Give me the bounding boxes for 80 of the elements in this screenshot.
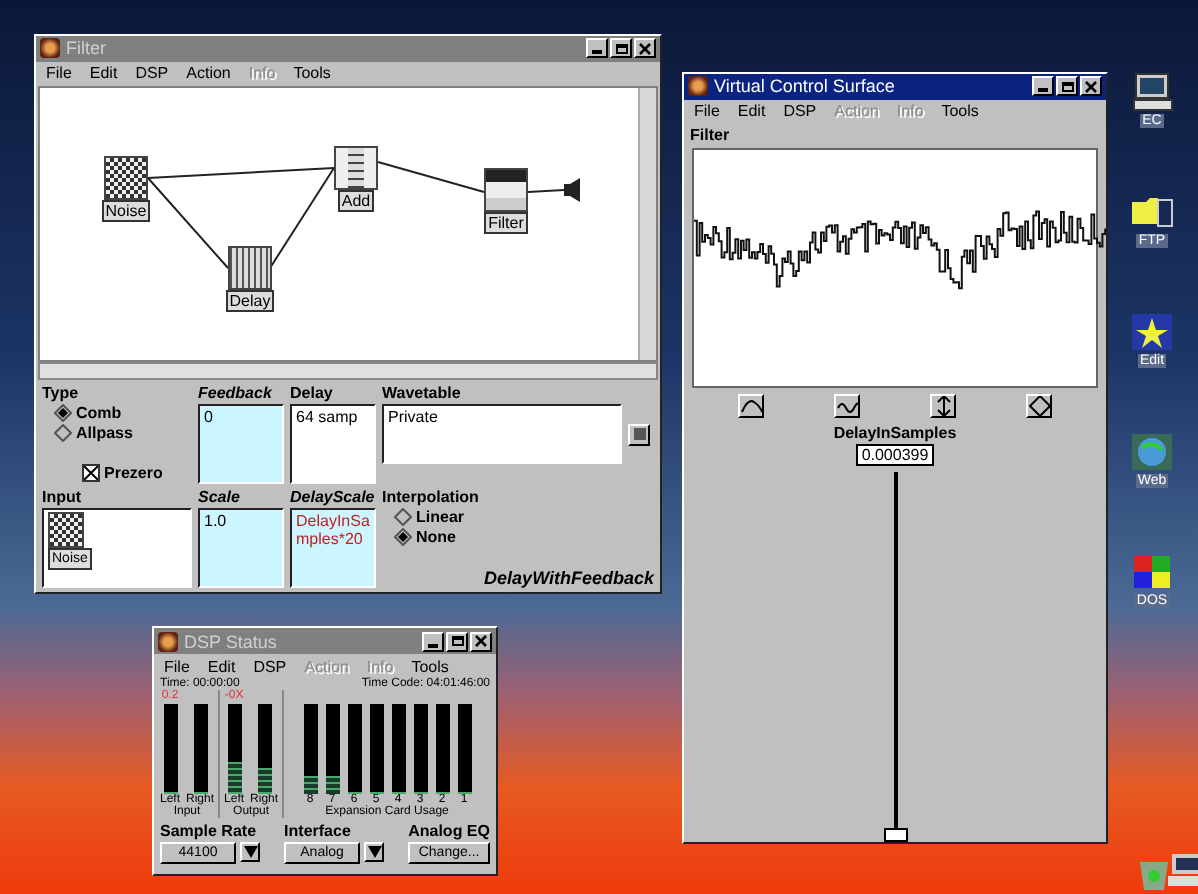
menu-item[interactable]: File: [164, 657, 190, 675]
field-label: Interface: [284, 822, 353, 840]
field-label: Delay: [290, 384, 335, 402]
maximize-button[interactable]: [1056, 76, 1078, 97]
text-field[interactable]: 1.0: [198, 508, 284, 588]
connector-line: [527, 189, 565, 194]
field-label: Input: [42, 488, 84, 506]
computer-icon[interactable]: [1130, 72, 1174, 112]
text-field[interactable]: 0: [198, 404, 284, 484]
noise-module-icon[interactable]: [104, 156, 148, 201]
close-button[interactable]: [1080, 76, 1102, 97]
app-icon: [40, 38, 60, 59]
parameter-label: DelayInSamples: [833, 424, 957, 443]
menu-item[interactable]: Tools: [411, 657, 449, 675]
slider-thumb[interactable]: [883, 828, 907, 842]
wave-curve-icon[interactable]: [834, 394, 861, 419]
menu-item[interactable]: Tools: [293, 63, 331, 82]
field-label: Wavetable: [382, 384, 463, 402]
computer-icon[interactable]: [1168, 852, 1198, 886]
node-label: Add: [337, 190, 375, 213]
field-label: Feedback: [198, 384, 274, 402]
disk-icon[interactable]: [628, 423, 650, 445]
field-label: Scale: [198, 488, 242, 506]
menu-item[interactable]: File: [694, 102, 720, 120]
dos-logo-icon[interactable]: [1130, 552, 1174, 592]
scrollbar[interactable]: [638, 88, 656, 361]
menu-item[interactable]: Edit: [737, 102, 766, 120]
field-label: Analog EQ: [408, 822, 490, 840]
menu-item[interactable]: DSP: [253, 657, 287, 675]
field-label: Sample Rate: [160, 822, 259, 840]
text-field[interactable]: DelayInSamples*20: [290, 508, 376, 588]
add-module-icon[interactable]: [334, 146, 378, 191]
node-label: Delay: [225, 290, 275, 313]
text-field[interactable]: 64 samp: [290, 404, 376, 484]
text-field[interactable]: Private: [382, 404, 622, 464]
radio-label: Comb: [76, 404, 122, 422]
folder-icon[interactable]: [1130, 192, 1174, 232]
field-label: Interpolation: [382, 488, 481, 506]
diamond-icon[interactable]: [1025, 394, 1052, 419]
noise-module-icon: [48, 512, 84, 548]
arrows-icon[interactable]: [929, 394, 956, 419]
scrollbar[interactable]: [38, 362, 658, 380]
menu-item[interactable]: File: [46, 63, 72, 82]
node-label: Noise: [101, 200, 151, 223]
menu-item[interactable]: Tools: [941, 102, 979, 120]
radio-button[interactable]: [54, 404, 72, 422]
menu-item[interactable]: Edit: [89, 63, 118, 82]
lowpass-curve-icon[interactable]: [738, 394, 765, 419]
node-label: Filter: [484, 212, 528, 235]
star-icon[interactable]: [1130, 312, 1174, 352]
plot-title: Filter: [688, 124, 732, 149]
menu-item[interactable]: Edit: [207, 657, 236, 675]
window-title: Filter: [66, 38, 108, 59]
radio-button[interactable]: [54, 424, 72, 442]
field-label: DelayScale: [290, 488, 376, 506]
window-title: DSP Status: [184, 631, 279, 651]
filter-module-icon[interactable]: [484, 168, 528, 213]
value-field[interactable]: 0.000399: [855, 444, 935, 467]
menu-item[interactable]: Action: [186, 63, 231, 82]
speaker-icon: [564, 178, 580, 203]
radio-button[interactable]: [394, 528, 412, 546]
radio-label: Allpass: [76, 424, 133, 442]
app-icon: [158, 631, 178, 651]
radio-label: Linear: [416, 508, 465, 526]
field-label: Type: [42, 384, 81, 402]
checkbox-label: Prezero: [104, 464, 163, 482]
delay-module-icon[interactable]: [228, 246, 272, 291]
radio-label: None: [416, 528, 456, 546]
window-title: Virtual Control Surface: [714, 76, 897, 97]
radio-button[interactable]: [394, 508, 412, 526]
checkbox[interactable]: [82, 464, 100, 482]
dropdown-arrow-icon[interactable]: [364, 842, 385, 862]
dropdown-arrow-icon[interactable]: [240, 842, 260, 862]
connector-line: [377, 161, 485, 194]
module-name: DelayWithFeedback: [484, 568, 654, 588]
globe-icon[interactable]: [1130, 432, 1174, 472]
menu-item[interactable]: DSP: [783, 102, 817, 120]
app-icon: [688, 76, 708, 97]
minimize-button[interactable]: [1032, 76, 1054, 97]
menu-item[interactable]: DSP: [135, 63, 169, 82]
